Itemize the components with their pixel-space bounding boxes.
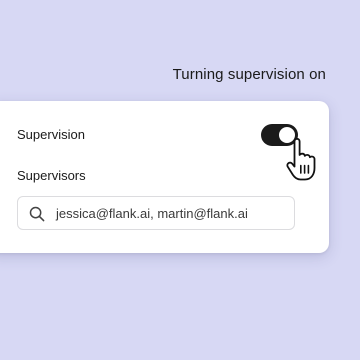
supervisors-value: jessica@flank.ai, martin@flank.ai: [56, 206, 248, 221]
supervision-toggle[interactable]: [261, 124, 298, 146]
supervisors-input[interactable]: jessica@flank.ai, martin@flank.ai: [17, 196, 295, 230]
supervision-settings-card: Supervision Supervisors jessica@flank.ai…: [0, 101, 329, 253]
supervision-label: Supervision: [17, 127, 85, 142]
caption: Turning supervision on: [172, 66, 326, 83]
search-icon: [29, 206, 45, 222]
supervisors-label: Supervisors: [17, 168, 86, 183]
toggle-knob: [279, 127, 295, 143]
